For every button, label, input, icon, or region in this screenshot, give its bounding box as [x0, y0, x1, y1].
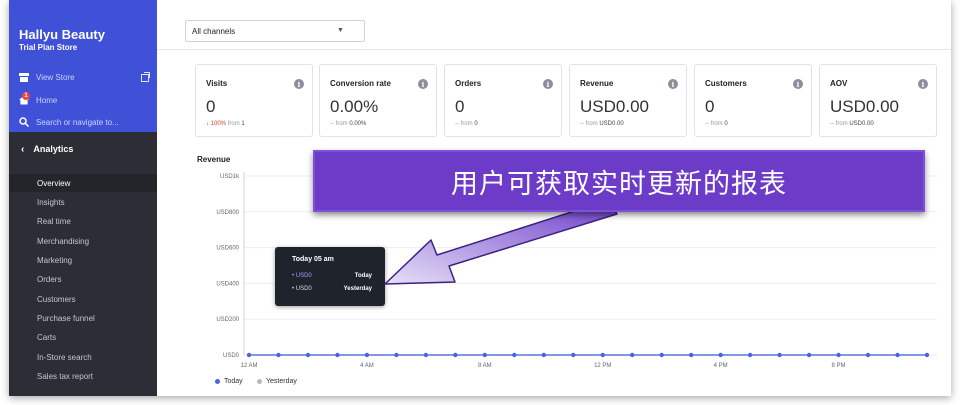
app-window: Hallyu Beauty Trial Plan Store View Stor… [9, 0, 951, 396]
annotation-banner: 用户可获取实时更新的报表 [313, 150, 925, 212]
